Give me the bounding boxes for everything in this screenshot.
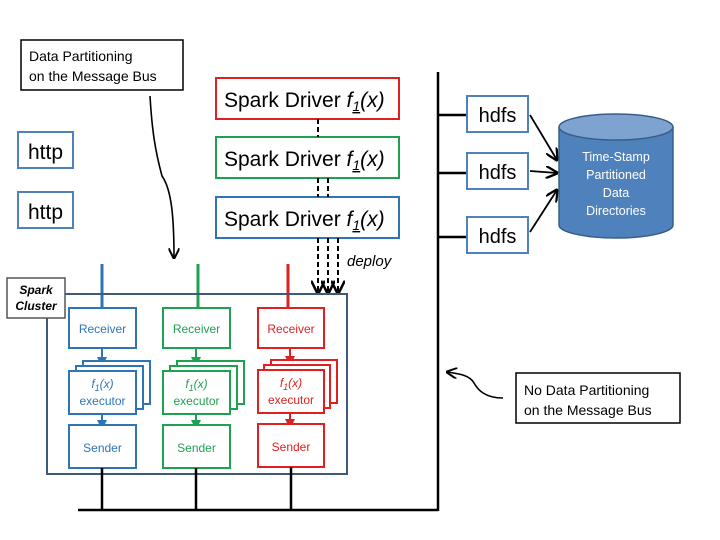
deploy-label: deploy (347, 253, 393, 270)
http-label: http (28, 141, 63, 164)
spark-driver-red: Spark Driver f1(x) (215, 77, 400, 120)
spark-driver-green: Spark Driver f1(x) (215, 136, 400, 179)
svg-text:Time-Stamp: Time-Stamp (582, 150, 650, 164)
lane-green: Receiver f1(x) executor Sender (162, 307, 245, 469)
callout-bottom-arrow (447, 372, 504, 399)
driver-arg: (x) (360, 89, 385, 112)
svg-text:Cluster: Cluster (15, 299, 58, 313)
receiver-label: Receiver (79, 322, 126, 336)
driver-sub: 1 (352, 98, 360, 114)
hdfs-sink-3: hdfs (466, 216, 529, 254)
http-source-1: http (17, 131, 74, 169)
callout-top-arrow (149, 95, 174, 258)
hdfs-label: hdfs (479, 162, 517, 184)
svg-text:Spark Driver f1(x): Spark Driver f1(x) (224, 208, 385, 233)
lane-red: Receiver f1(x) executor Sender (257, 307, 338, 468)
callout-bottom-line2: on the Message Bus (524, 402, 652, 418)
callout-data-partitioning: Data Partitioning on the Message Bus (20, 39, 184, 91)
hdfs-label: hdfs (479, 105, 517, 127)
sender-label: Sender (177, 441, 216, 455)
driver-label: Spark Driver (224, 208, 347, 231)
svg-text:Spark Driver f1(x): Spark Driver f1(x) (224, 148, 385, 173)
receiver-label: Receiver (173, 322, 220, 336)
hdfs-sink-1: hdfs (466, 95, 529, 133)
svg-text:Spark: Spark (19, 283, 54, 297)
svg-text:Spark Driver f1(x): Spark Driver f1(x) (224, 89, 385, 114)
callout-top-line2: on the Message Bus (29, 68, 157, 84)
driver-arg: (x) (360, 208, 385, 231)
hdfs-sink-2: hdfs (466, 152, 529, 190)
driver-label: Spark Driver (224, 89, 347, 112)
executor-label: executor (79, 394, 125, 408)
sender-label: Sender (83, 441, 122, 455)
sender-label: Sender (272, 440, 311, 454)
svg-text:Directories: Directories (586, 204, 646, 218)
svg-text:Data: Data (603, 186, 629, 200)
time-stamp-data-store: Time-Stamp Partitioned Data Directories (558, 113, 674, 239)
hdfs-label: hdfs (479, 226, 517, 248)
spark-cluster-label: Spark Cluster (6, 277, 66, 319)
spark-driver-blue: Spark Driver f1(x) (215, 196, 400, 239)
callout-no-data-partitioning: No Data Partitioning on the Message Bus (515, 372, 681, 424)
receiver-label: Receiver (267, 322, 314, 336)
executor-label: executor (173, 394, 219, 408)
driver-sub: 1 (352, 217, 360, 233)
architecture-diagram: Data Partitioning on the Message Bus htt… (6, 39, 681, 512)
http-source-2: http (17, 191, 74, 229)
http-label: http (28, 201, 63, 224)
svg-text:Partitioned: Partitioned (586, 168, 646, 182)
driver-sub: 1 (352, 157, 360, 173)
callout-top-line1: Data Partitioning (29, 48, 133, 64)
hdfs-arrows (529, 114, 557, 233)
callout-bottom-line1: No Data Partitioning (524, 382, 649, 398)
executor-label: executor (268, 393, 314, 407)
driver-label: Spark Driver (224, 148, 347, 171)
lane-blue: Receiver f1(x) executor Sender (68, 307, 151, 469)
driver-arg: (x) (360, 148, 385, 171)
